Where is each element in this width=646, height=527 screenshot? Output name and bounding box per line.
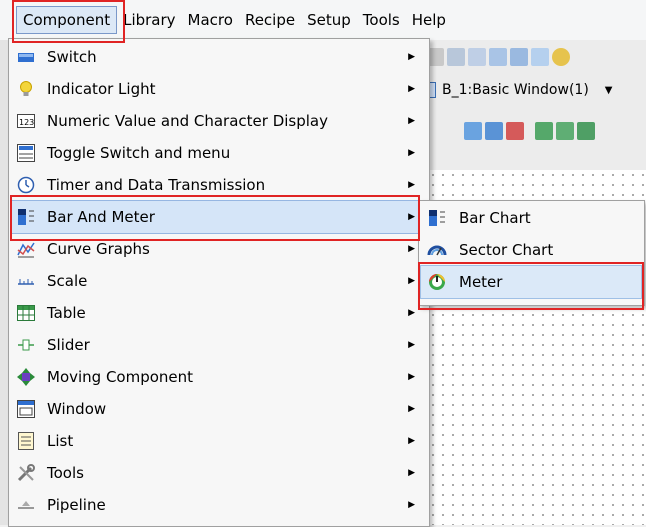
toolbar-icon[interactable]: [535, 122, 553, 140]
submenu-arrow-icon: ▶: [408, 404, 415, 414]
submenu-item-label: Sector Chart: [459, 241, 554, 259]
table-icon: [17, 304, 35, 322]
menu-recipe[interactable]: Recipe: [239, 7, 301, 33]
menu-item-label: Toggle Switch and menu: [47, 144, 231, 162]
toolbar-icon[interactable]: [556, 122, 574, 140]
component-dropdown-menu: Switch ▶ Indicator Light ▶ 123 Numeric V…: [8, 38, 430, 527]
window-selector[interactable]: B_1:Basic Window(1) ▼: [422, 78, 612, 102]
toolbar-row-2: [464, 116, 598, 146]
submenu-arrow-icon: ▶: [408, 468, 415, 478]
menu-item-label: Indicator Light: [47, 80, 156, 98]
scale-icon: [17, 272, 35, 290]
menu-help[interactable]: Help: [406, 7, 452, 33]
clock-icon: [17, 176, 35, 194]
left-panel-edge: [0, 40, 8, 525]
menu-item-label: Numeric Value and Character Display: [47, 112, 328, 130]
menu-item-slider[interactable]: Slider ▶: [11, 329, 425, 361]
menu-item-toggle-switch[interactable]: Toggle Switch and menu ▶: [11, 137, 425, 169]
toolbar-icon[interactable]: [506, 122, 524, 140]
menu-item-label: Pipeline: [47, 496, 106, 514]
move-arrows-icon: [17, 368, 35, 386]
pipeline-icon: [17, 496, 35, 514]
toolbar-icon[interactable]: [577, 122, 595, 140]
menu-item-label: Slider: [47, 336, 90, 354]
menu-item-list[interactable]: List ▶: [11, 425, 425, 457]
chevron-down-icon: ▼: [604, 84, 613, 96]
svg-text:123: 123: [19, 118, 34, 127]
toolbar-icon[interactable]: [510, 48, 528, 66]
menu-item-label: Moving Component: [47, 368, 194, 386]
toolbar-icon[interactable]: [447, 48, 465, 66]
tools-icon: [17, 464, 35, 482]
menu-item-table[interactable]: Table ▶: [11, 297, 425, 329]
menu-item-window[interactable]: Window ▶: [11, 393, 425, 425]
annotation-box-meter: [418, 262, 644, 310]
toolbar-icon[interactable]: [464, 122, 482, 140]
submenu-arrow-icon: ▶: [408, 276, 415, 286]
submenu-arrow-icon: ▶: [408, 436, 415, 446]
submenu-arrow-icon: ▶: [408, 116, 415, 126]
menu-item-tools[interactable]: Tools ▶: [11, 457, 425, 489]
submenu-item-bar-chart[interactable]: Bar Chart: [421, 202, 641, 234]
menu-item-label: Timer and Data Transmission: [47, 176, 266, 194]
submenu-item-label: Bar Chart: [459, 209, 531, 227]
menu-item-label: List: [47, 432, 74, 450]
submenu-arrow-icon: ▶: [408, 372, 415, 382]
submenu-arrow-icon: ▶: [408, 52, 415, 62]
menu-macro[interactable]: Macro: [182, 7, 239, 33]
menu-item-moving-component[interactable]: Moving Component ▶: [11, 361, 425, 393]
submenu-arrow-icon: ▶: [408, 308, 415, 318]
list-icon: [17, 432, 35, 450]
switch-icon: [17, 48, 35, 66]
menu-item-pipeline[interactable]: Pipeline ▶: [11, 489, 425, 521]
menu-item-scale[interactable]: Scale ▶: [11, 265, 425, 297]
toolbar-icon[interactable]: [489, 48, 507, 66]
toolbar-icon[interactable]: [485, 122, 503, 140]
submenu-arrow-icon: ▶: [408, 148, 415, 158]
menu-item-switch[interactable]: Switch ▶: [11, 41, 425, 73]
menu-item-label: Table: [47, 304, 86, 322]
annotation-box-bar-and-meter: [10, 195, 420, 241]
annotation-box-component-menu: [12, 0, 125, 43]
menu-item-numeric-display[interactable]: 123 Numeric Value and Character Display …: [11, 105, 425, 137]
toggle-menu-icon: [17, 144, 35, 162]
menu-tools[interactable]: Tools: [357, 7, 406, 33]
menu-item-label: Scale: [47, 272, 88, 290]
bar-chart-icon: [427, 208, 447, 228]
submenu-arrow-icon: ▶: [408, 180, 415, 190]
sector-chart-icon: [427, 240, 447, 260]
menu-item-label: Curve Graphs: [47, 240, 150, 258]
slider-icon: [17, 336, 35, 354]
curve-graph-icon: [17, 240, 35, 258]
submenu-arrow-icon: ▶: [408, 500, 415, 510]
toolbar-row-1: [426, 42, 573, 72]
submenu-arrow-icon: ▶: [408, 84, 415, 94]
bulb-icon: [17, 80, 35, 98]
menu-item-label: Switch: [47, 48, 97, 66]
window-selector-value: B_1:Basic Window(1): [442, 82, 589, 98]
menu-item-label: Window: [47, 400, 107, 418]
window-icon: [17, 400, 35, 418]
submenu-arrow-icon: ▶: [408, 340, 415, 350]
menu-library[interactable]: Library: [117, 7, 181, 33]
menu-setup[interactable]: Setup: [301, 7, 357, 33]
menu-item-indicator-light[interactable]: Indicator Light ▶: [11, 73, 425, 105]
menu-item-label: Tools: [47, 464, 84, 482]
submenu-arrow-icon: ▶: [408, 244, 415, 254]
toolbar-icon[interactable]: [552, 48, 570, 66]
toolbar-icon[interactable]: [468, 48, 486, 66]
numeric-123-icon: 123: [17, 112, 35, 130]
toolbar-icon[interactable]: [531, 48, 549, 66]
